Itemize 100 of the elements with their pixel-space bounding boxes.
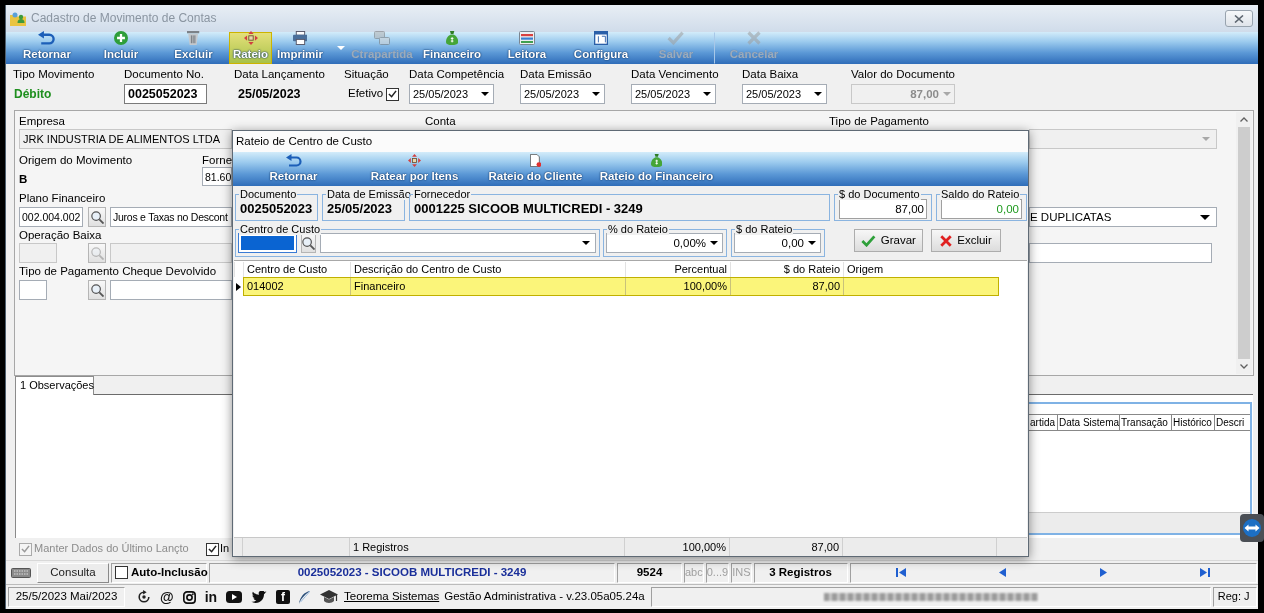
checkbox[interactable] [115,566,128,579]
column-header: Transação [1120,415,1172,430]
field-label: Plano Financeiro [19,192,107,206]
social-link[interactable]: f [275,590,290,604]
description-field[interactable]: Juros e Taxas no Descont [110,207,232,227]
triangle-left-icon [999,568,1007,577]
row-pointer-icon [236,282,241,291]
search-icon [302,236,315,250]
search-icon [90,283,104,297]
field-label: Data Vencimento [631,67,720,81]
field-label: Data Emissão [520,67,593,81]
save-button[interactable]: Gravar [854,229,923,252]
record-label: 0025052023 - SICOOB MULTICREDI - 3249 [209,562,615,583]
amount-field[interactable]: 87,00 [839,199,927,219]
skip-back-icon [896,568,907,577]
play-button-icon[interactable] [226,591,243,603]
vertical-scrollbar[interactable] [1236,112,1252,374]
feather-icon[interactable] [298,590,310,604]
supplier-field[interactable]: 81.60 [202,166,232,186]
graduation-cap-icon [320,590,338,604]
group-label: Centro de Custo [239,223,322,235]
registration-label: Reg: J [1212,587,1257,607]
company-field[interactable]: JRK INDUSTRIA DE ALIMENTOS LTDA [19,129,232,149]
column-header: Data Sistema [1058,415,1120,430]
social-link[interactable]: @ [160,590,174,604]
dropdown-arrow-icon [1200,214,1210,220]
total-count: 1 Registros [350,538,625,556]
field-label: Tipo de Pagamento Cheque Devolvido [19,265,218,279]
group-value: 25/05/2023 [327,200,393,217]
field-label: Situação [344,67,390,81]
description-field[interactable] [110,280,232,300]
date-field[interactable]: 25/05/2023 [742,84,827,104]
move-arrows-icon [408,154,421,168]
indicator-label: abc [684,562,704,583]
field-label: Data Competência [409,67,506,81]
description-field[interactable] [110,243,232,263]
column-header: Descri [1215,416,1246,430]
delete-button[interactable]: Excluir [931,229,1001,252]
code-field[interactable] [19,280,47,300]
printer-icon [292,31,308,46]
money-bag-icon [445,31,459,46]
table-cell: Financeiro [351,278,626,295]
website-link[interactable]: Teorema Sistemas [344,590,440,604]
date-label: 25/5/2023 Mai/2023 [8,587,125,607]
field-label: Forne [202,154,232,168]
keyboard-icon [11,567,31,578]
code-field[interactable]: 002.004.002 [19,207,83,227]
cost-center-code-field[interactable] [238,233,297,253]
undo-arrow-icon [38,31,56,46]
mode-button[interactable]: Consulta [37,562,109,583]
dropdown-arrow-icon [710,241,718,245]
date-field[interactable]: 25/05/2023 [409,84,494,104]
field-label: Documento No. [124,67,205,81]
date-field[interactable]: 25/05/2023 [631,84,716,104]
search-button[interactable] [88,207,106,227]
group-label: Data de Emissão [326,188,412,200]
payment-select[interactable]: E DUPLICATAS [1029,207,1217,227]
dropdown-arrow-icon [814,92,822,96]
indicator-label: INS [731,562,752,583]
cards-icon [374,31,390,46]
group-label: % do Rateio [607,223,669,235]
table-cell: 014002 [244,278,351,295]
amount-field[interactable]: 0,00% [606,233,723,253]
move-arrows-icon [243,31,258,46]
date-field[interactable]: 25/05/2023 [520,84,605,104]
checkbox-label: Manter Dados do Último Lançto [34,542,189,556]
undo-arrow-icon [285,154,302,168]
dropdown-arrow-icon [703,92,711,96]
search-button[interactable] [88,280,106,300]
refresh-icon[interactable] [137,590,151,604]
document-number-field[interactable]: 0025052023 [124,84,207,104]
group-value: 0025052023 [240,200,313,217]
window-icon [594,31,608,46]
close-button[interactable] [1225,10,1253,27]
table-row[interactable]: 014002 Financeiro 100,00% 87,00 [243,277,999,296]
search-icon [90,246,104,260]
checkbox[interactable] [206,542,219,556]
table-cell: 87,00 [731,278,844,295]
field-label: Origem do Movimento [19,154,134,168]
text-field[interactable] [1029,243,1212,263]
balance-field[interactable]: 0,00 [941,199,1022,219]
folder-icon [10,11,26,26]
group-value: 0001225 SICOOB MULTICREDI - 3249 [414,200,643,217]
amount-field[interactable]: 0,00 [734,233,821,253]
amount-field: 87,00 [851,84,955,104]
tab[interactable]: 1 Observações [15,376,94,395]
social-link[interactable]: in [204,590,218,604]
group-label: Fornecedor [413,188,472,200]
origin-value: B [19,172,29,187]
camera-icon[interactable] [182,590,196,604]
triangle-right-icon [1100,568,1108,577]
scrollbar-thumb[interactable] [1238,127,1250,359]
field-label: Data Baixa [742,67,800,81]
check-icon [861,234,876,247]
bird-icon[interactable] [251,591,267,603]
field-label: Operação Baixa [19,229,103,242]
dropdown-arrow-icon [481,92,489,96]
check-icon [667,31,685,46]
cross-icon [747,31,761,46]
checkbox[interactable] [386,87,400,101]
